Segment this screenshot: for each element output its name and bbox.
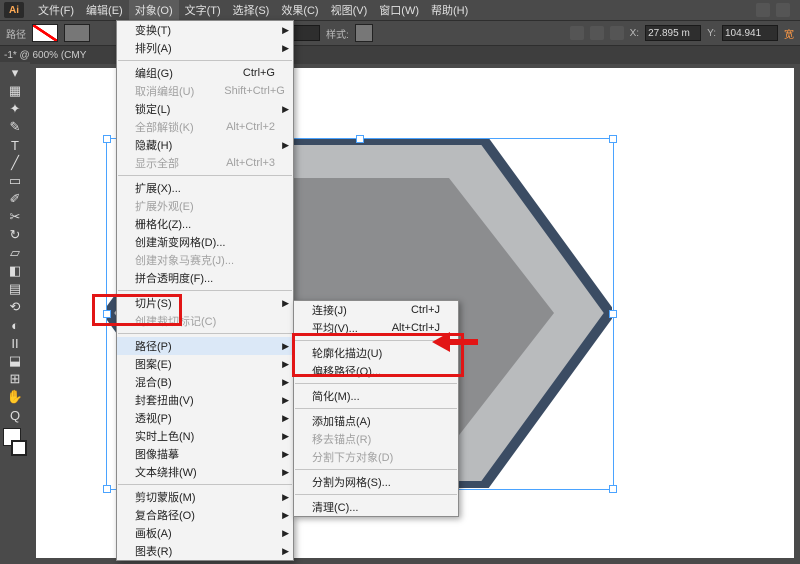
- selection-handle[interactable]: [609, 310, 617, 318]
- fill-stroke-widget[interactable]: [3, 428, 27, 456]
- menu-item[interactable]: 图案(E)▶: [117, 355, 293, 373]
- menu-item: 分割下方对象(D): [294, 448, 458, 466]
- menu-item[interactable]: 切片(S)▶: [117, 294, 293, 312]
- tool-18[interactable]: ✋: [3, 388, 27, 406]
- menu-item[interactable]: 变换(T)▶: [117, 21, 293, 39]
- tool-11[interactable]: ◧: [3, 262, 27, 280]
- menu-item[interactable]: 实时上色(N)▶: [117, 427, 293, 445]
- menu-item[interactable]: 封套扭曲(V)▶: [117, 391, 293, 409]
- layout-icon[interactable]: [776, 3, 790, 17]
- menu-item[interactable]: 文本绕排(W)▶: [117, 463, 293, 481]
- w-label: 宽: [784, 26, 794, 41]
- menu-item: 创建对象马赛克(J)...: [117, 251, 293, 269]
- menu-item[interactable]: 扩展(X)...: [117, 179, 293, 197]
- menubar-right-icons: [756, 3, 800, 17]
- menu-item[interactable]: 栅格化(Z)...: [117, 215, 293, 233]
- menu-item[interactable]: 画板(A)▶: [117, 524, 293, 542]
- menu-item[interactable]: 透视(P)▶: [117, 409, 293, 427]
- selection-handle[interactable]: [103, 310, 111, 318]
- tool-6[interactable]: ▭: [3, 172, 27, 190]
- tool-15[interactable]: II: [3, 334, 27, 352]
- menu-item[interactable]: 混合(B)▶: [117, 373, 293, 391]
- menu-item[interactable]: 分割为网格(S)...: [294, 473, 458, 491]
- tool-19[interactable]: Q: [3, 406, 27, 424]
- tool-9[interactable]: ↻: [3, 226, 27, 244]
- tool-7[interactable]: ✐: [3, 190, 27, 208]
- selection-handle[interactable]: [103, 485, 111, 493]
- menu-item[interactable]: 图像描摹▶: [117, 445, 293, 463]
- tool-10[interactable]: ▱: [3, 244, 27, 262]
- menu-对象(O)[interactable]: 对象(O): [129, 0, 179, 20]
- x-label: X:: [630, 28, 639, 39]
- tool-2[interactable]: ✦: [3, 100, 27, 118]
- style-swatch[interactable]: [355, 24, 373, 42]
- menu-item[interactable]: 锁定(L)▶: [117, 100, 293, 118]
- x-input[interactable]: [645, 25, 701, 41]
- layout-icon[interactable]: [756, 3, 770, 17]
- tool-0[interactable]: ▾: [3, 64, 27, 82]
- menu-item[interactable]: 拼合透明度(F)...: [117, 269, 293, 287]
- menu-item[interactable]: 剪切蒙版(M)▶: [117, 488, 293, 506]
- app-logo: Ai: [4, 2, 24, 18]
- align-icon[interactable]: [590, 26, 604, 40]
- tool-8[interactable]: ✂: [3, 208, 27, 226]
- stroke-swatch[interactable]: [64, 24, 90, 42]
- menu-item[interactable]: 排列(A)▶: [117, 39, 293, 57]
- fill-swatch[interactable]: [32, 24, 58, 42]
- tool-12[interactable]: ▤: [3, 280, 27, 298]
- menu-item[interactable]: 连接(J)Ctrl+J: [294, 301, 458, 319]
- menu-帮助(H)[interactable]: 帮助(H): [425, 0, 474, 20]
- menu-item[interactable]: 复合路径(O)▶: [117, 506, 293, 524]
- annotation-arrow-icon: [432, 332, 478, 352]
- menu-item: 取消编组(U)Shift+Ctrl+G: [117, 82, 293, 100]
- tool-16[interactable]: ⬓: [3, 352, 27, 370]
- menu-效果(C)[interactable]: 效果(C): [275, 0, 324, 20]
- menu-item: 移去锚点(R): [294, 430, 458, 448]
- y-input[interactable]: [722, 25, 778, 41]
- menu-item[interactable]: 创建渐变网格(D)...: [117, 233, 293, 251]
- menu-item: 扩展外观(E): [117, 197, 293, 215]
- selection-handle[interactable]: [609, 135, 617, 143]
- menu-item: 创建裁切标记(C): [117, 312, 293, 330]
- menu-选择(S)[interactable]: 选择(S): [227, 0, 276, 20]
- align-icon[interactable]: [570, 26, 584, 40]
- menu-文字(T)[interactable]: 文字(T): [179, 0, 227, 20]
- menubar: Ai 文件(F)编辑(E)对象(O)文字(T)选择(S)效果(C)视图(V)窗口…: [0, 0, 800, 20]
- menu-item: 显示全部Alt+Ctrl+3: [117, 154, 293, 172]
- menu-编辑(E)[interactable]: 编辑(E): [80, 0, 129, 20]
- menu-item[interactable]: 图表(R)▶: [117, 542, 293, 560]
- menu-item[interactable]: 隐藏(H)▶: [117, 136, 293, 154]
- menu-item[interactable]: 清理(C)...: [294, 498, 458, 516]
- selection-type: 路径: [6, 26, 26, 41]
- menu-item[interactable]: 编组(G)Ctrl+G: [117, 64, 293, 82]
- y-label: Y:: [707, 28, 716, 39]
- menu-item[interactable]: 路径(P)▶: [117, 337, 293, 355]
- tool-3[interactable]: ✎: [3, 118, 27, 136]
- tool-17[interactable]: ⊞: [3, 370, 27, 388]
- selection-handle[interactable]: [103, 135, 111, 143]
- transform-icon[interactable]: [610, 26, 624, 40]
- menu-文件(F)[interactable]: 文件(F): [32, 0, 80, 20]
- tool-13[interactable]: ⟲: [3, 298, 27, 316]
- style-label: 样式:: [326, 26, 349, 41]
- selection-handle[interactable]: [356, 135, 364, 143]
- menu-视图(V)[interactable]: 视图(V): [325, 0, 374, 20]
- toolbox: ▾▦✦✎T╱▭✐✂↻▱◧▤⟲◐II⬓⊞✋Q: [0, 62, 30, 564]
- selection-handle[interactable]: [609, 485, 617, 493]
- tool-4[interactable]: T: [3, 136, 27, 154]
- document-tab[interactable]: -1* @ 600% (CMY: [4, 50, 86, 61]
- tool-5[interactable]: ╱: [3, 154, 27, 172]
- menu-item[interactable]: 简化(M)...: [294, 387, 458, 405]
- menu-item[interactable]: 添加锚点(A): [294, 412, 458, 430]
- tool-14[interactable]: ◐: [3, 316, 27, 334]
- tool-1[interactable]: ▦: [3, 82, 27, 100]
- menu-item[interactable]: 偏移路径(O)...: [294, 362, 458, 380]
- menu-窗口(W)[interactable]: 窗口(W): [373, 0, 425, 20]
- menu-item: 全部解锁(K)Alt+Ctrl+2: [117, 118, 293, 136]
- object-menu[interactable]: 变换(T)▶排列(A)▶ 编组(G)Ctrl+G取消编组(U)Shift+Ctrl…: [116, 20, 294, 561]
